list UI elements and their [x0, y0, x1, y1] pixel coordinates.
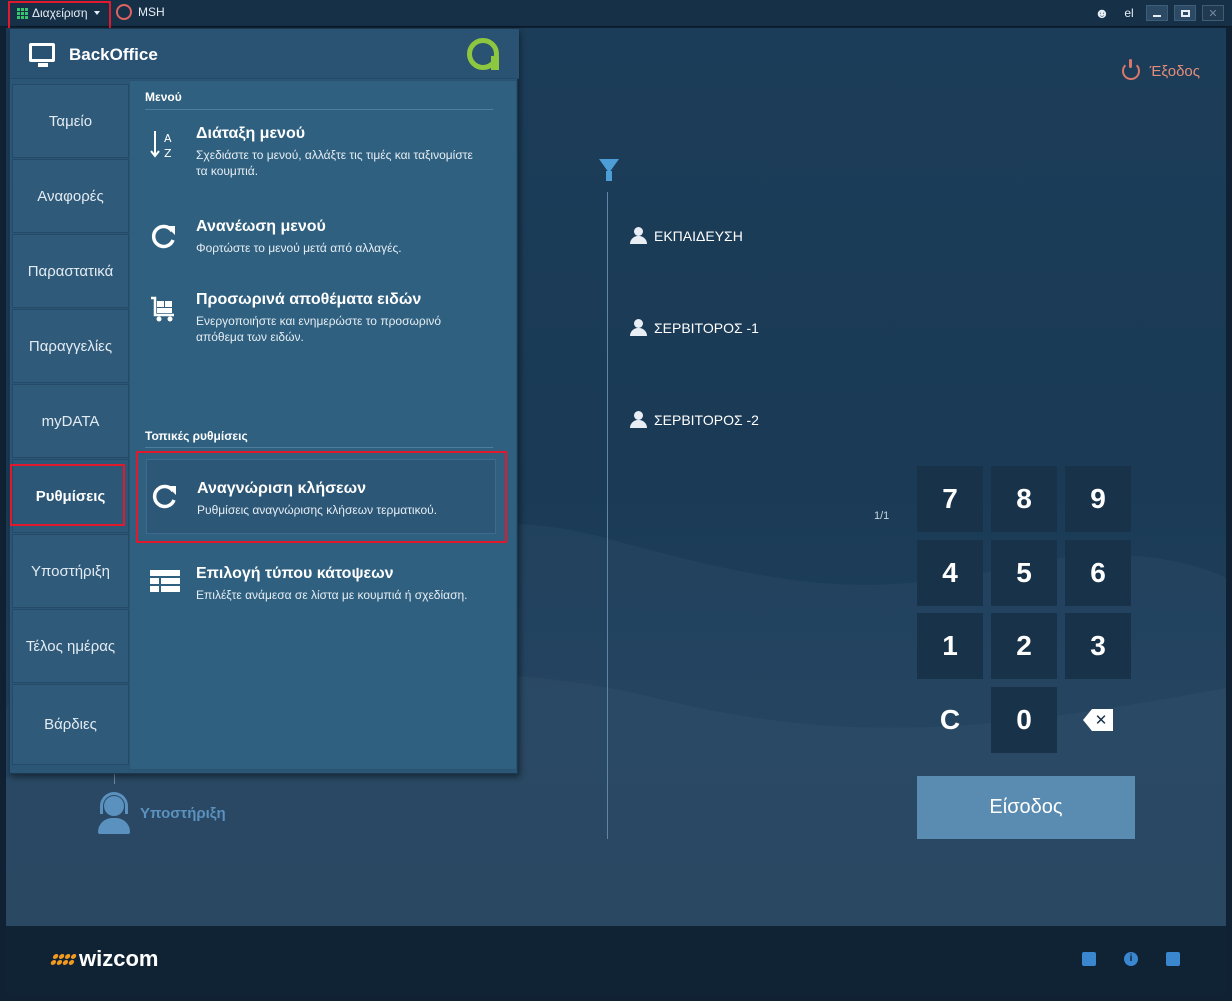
key-clear[interactable]: C: [917, 687, 983, 753]
floorplan-type-item[interactable]: Επιλογή τύπου κάτοψεων Επιλέξτε ανάμεσα …: [146, 565, 496, 615]
caller-id-highlight-box: [136, 451, 507, 543]
divider: [607, 192, 608, 839]
key-6[interactable]: 6: [1065, 540, 1131, 606]
filter-icon-stem: [606, 171, 612, 181]
section-title-local: Τοπικές ρυθμίσεις: [145, 429, 248, 443]
close-icon: ✕: [1208, 7, 1218, 20]
user-item[interactable]: ΕΚΠΑΙΔΕΥΣΗ: [630, 227, 743, 244]
item-title: Επιλογή τύπου κάτοψεων: [196, 565, 394, 582]
user-item[interactable]: ΣΕΡΒΙΤΟΡΟΣ -1: [630, 319, 759, 336]
title-bar: Διαχείριση MSH ☻ el ✕: [0, 0, 1232, 27]
sidebar-item-orders[interactable]: Παραγγελίες: [12, 309, 129, 383]
maximize-icon: [1180, 9, 1190, 17]
section-divider: [145, 447, 493, 448]
key-0[interactable]: 0: [991, 687, 1057, 753]
backoffice-panel: BackOffice Ταμείο Αναφορές Παραστατικά Π…: [9, 28, 519, 774]
station-indicator[interactable]: MSH: [116, 4, 165, 20]
support-button[interactable]: Υποστήριξη: [96, 792, 226, 834]
user-icon: [630, 411, 649, 428]
item-title: Ανανέωση μενού: [196, 218, 326, 235]
minimize-icon: [1153, 15, 1161, 17]
menu-refresh-item[interactable]: Ανανέωση μενού Φορτώστε το μενού μετά απ…: [146, 218, 496, 268]
support-label: Υποστήριξη: [140, 804, 226, 822]
key-5[interactable]: 5: [991, 540, 1057, 606]
item-description: Ενεργοποιήστε και ενημερώστε το προσωριν…: [196, 314, 442, 344]
refresh-icon: [150, 222, 178, 250]
user-name: ΣΕΡΒΙΤΟΡΟΣ -2: [654, 411, 759, 428]
key-1[interactable]: 1: [917, 613, 983, 679]
backspace-key[interactable]: ✕: [1065, 687, 1131, 753]
brand-name: wizcom: [79, 946, 159, 971]
sidebar-item-reports[interactable]: Αναφορές: [12, 159, 129, 233]
menu-layout-item[interactable]: AZ Διάταξη μενού Σχεδιάστε το μενού, αλλ…: [146, 125, 496, 195]
windows-icon[interactable]: [1166, 952, 1180, 966]
sidebar-item-shifts[interactable]: Βάρδιες: [12, 684, 129, 765]
exit-button[interactable]: Έξοδος: [1121, 59, 1200, 80]
monitor-icon: [29, 43, 55, 67]
info-icon[interactable]: i: [1124, 952, 1138, 966]
station-label: MSH: [138, 5, 165, 19]
footer: wizcom i: [6, 926, 1226, 994]
login-button[interactable]: Είσοδος: [917, 776, 1135, 839]
headset-icon: [96, 792, 132, 834]
close-button[interactable]: ✕: [1202, 5, 1224, 21]
key-8[interactable]: 8: [991, 466, 1057, 532]
item-description: Επιλέξτε ανάμεσα σε λίστα με κουμπιά ή σ…: [196, 588, 468, 602]
sidebar-item-end-of-day[interactable]: Τέλος ημέρας: [12, 609, 129, 683]
chat-icon[interactable]: [1082, 952, 1096, 966]
section-divider: [145, 109, 493, 110]
table-icon: [150, 569, 180, 597]
sidebar-item-mydata[interactable]: myDATA: [12, 384, 129, 458]
language-selector[interactable]: el: [1118, 6, 1140, 20]
panel-title: BackOffice: [69, 45, 158, 64]
item-description: Σχεδιάστε το μενού, αλλάξτε τις τιμές κα…: [196, 148, 473, 178]
maximize-button[interactable]: [1174, 5, 1196, 21]
section-title-menu: Μενού: [145, 90, 182, 104]
sidebar-item-support[interactable]: Υποστήριξη: [12, 534, 129, 608]
user-icon: [630, 319, 649, 336]
minimize-button[interactable]: [1146, 5, 1168, 21]
temp-stock-item[interactable]: Προσωρινά αποθέματα ειδών Ενεργοποιήστε …: [146, 291, 496, 351]
key-9[interactable]: 9: [1065, 466, 1131, 532]
user-icon: [630, 227, 649, 244]
key-3[interactable]: 3: [1065, 613, 1131, 679]
svg-text:A: A: [164, 132, 172, 145]
panel-header: BackOffice: [10, 29, 519, 79]
backspace-icon: ✕: [1083, 709, 1113, 731]
sidebar-item-documents[interactable]: Παραστατικά: [12, 234, 129, 308]
settings-highlight-box: [10, 464, 125, 526]
key-2[interactable]: 2: [991, 613, 1057, 679]
item-title: Προσωρινά αποθέματα ειδών: [196, 291, 422, 308]
key-7[interactable]: 7: [917, 466, 983, 532]
app-logo-icon: [467, 38, 499, 70]
item-title: Διάταξη μενού: [196, 125, 306, 142]
exit-label: Έξοδος: [1149, 62, 1200, 80]
status-circle-icon: [116, 4, 132, 20]
brand-logo: wizcom: [49, 946, 159, 972]
cart-icon: [150, 295, 178, 323]
user-item[interactable]: ΣΕΡΒΙΤΟΡΟΣ -2: [630, 411, 759, 428]
footer-icons: i: [1082, 952, 1180, 966]
sidebar-item-cash[interactable]: Ταμείο: [12, 84, 129, 158]
svg-text:Z: Z: [164, 147, 172, 160]
sort-az-icon: AZ: [150, 129, 178, 160]
user-name: ΣΕΡΒΙΤΟΡΟΣ -1: [654, 319, 759, 336]
user-name: ΕΚΠΑΙΔΕΥΣΗ: [654, 227, 743, 244]
item-description: Φορτώστε το μενού μετά από αλλαγές.: [196, 241, 402, 255]
window-controls: ☻ el ✕: [1092, 3, 1224, 23]
settings-content: Μενού AZ Διάταξη μενού Σχεδιάστε το μενο…: [129, 80, 517, 770]
power-icon: [1121, 59, 1140, 80]
brand-dots-icon: [49, 953, 78, 965]
user-settings-icon[interactable]: ☻: [1092, 3, 1112, 23]
key-4[interactable]: 4: [917, 540, 983, 606]
page-indicator: 1/1: [874, 510, 890, 522]
